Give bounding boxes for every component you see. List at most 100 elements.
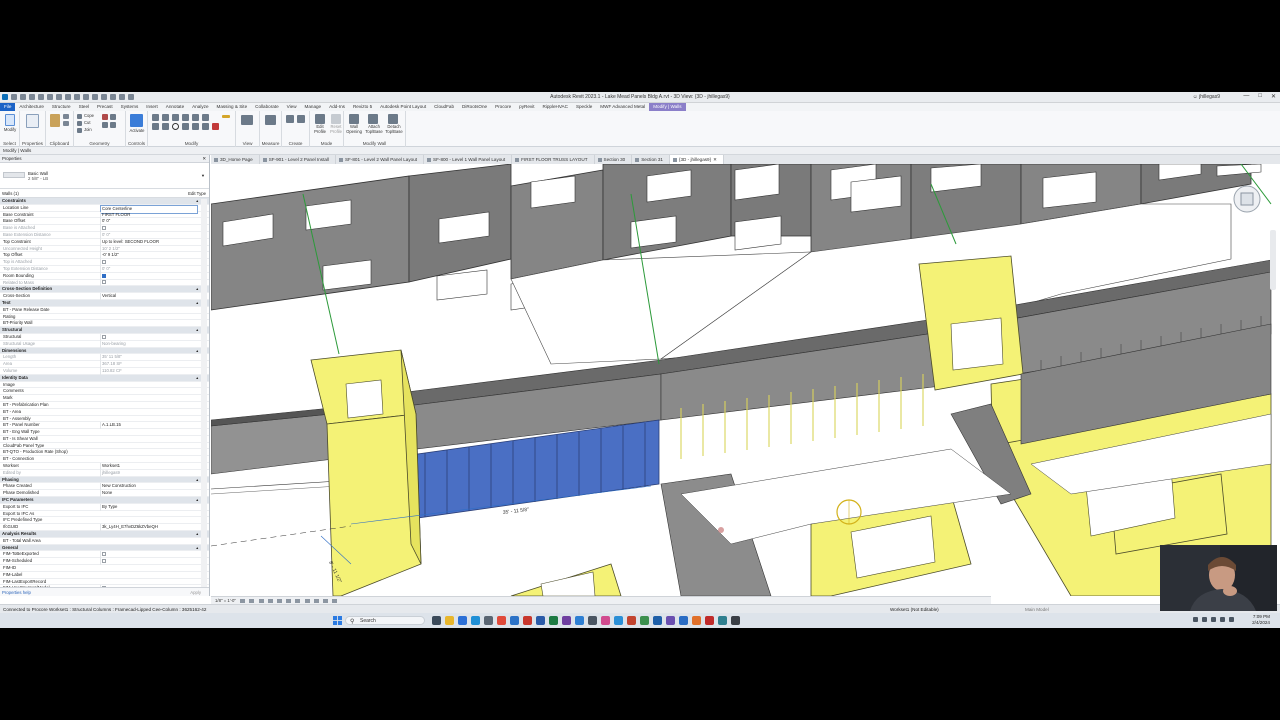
property-group[interactable]: Text ▲ — [0, 299, 209, 307]
task-view-icon[interactable] — [432, 616, 441, 625]
property-row[interactable]: Cross-Section Vertical — [0, 293, 209, 300]
create-assembly-icon[interactable] — [286, 115, 294, 123]
model-canvas[interactable]: 35' - 11 5/8" 8' - 11 1/2" — [211, 164, 1280, 596]
mirror-draw-icon[interactable] — [182, 114, 189, 121]
delete-icon[interactable] — [212, 123, 219, 130]
view-tab[interactable]: SF-801 - Level 2 Wall Panel Layout — [336, 155, 425, 164]
collapse-icon[interactable]: ▲ — [196, 348, 199, 355]
app-icon-24[interactable] — [731, 616, 740, 625]
property-checkbox[interactable] — [102, 552, 106, 557]
property-checkbox[interactable] — [102, 559, 106, 564]
attach-icon[interactable] — [368, 114, 378, 124]
app-icon-17[interactable] — [640, 616, 649, 625]
show-crop-icon[interactable] — [295, 598, 301, 603]
collapse-icon[interactable]: ▲ — [196, 300, 199, 307]
offset-icon[interactable] — [162, 114, 169, 121]
property-group[interactable]: Phasing ▲ — [0, 476, 209, 484]
user-account[interactable]: ☺ jhillegas9 — [1193, 94, 1220, 100]
property-value[interactable]: 3k_Ly4H_E7hvDZ6kZVbeQH — [100, 524, 198, 532]
app-icon-21[interactable] — [692, 616, 701, 625]
properties-help-link[interactable]: Properties help — [2, 590, 31, 595]
ribbon-tab[interactable]: Annotate — [162, 103, 188, 111]
apply-button[interactable]: Apply — [190, 588, 201, 597]
split-icon[interactable] — [192, 114, 199, 121]
activate-controls-icon[interactable] — [130, 114, 143, 127]
property-group[interactable]: Identity Data ▲ — [0, 374, 209, 382]
property-group[interactable]: Analysis Results ▲ — [0, 531, 209, 538]
property-row[interactable]: Comments — [0, 388, 209, 396]
ribbon-tab[interactable]: Modify | Walls — [649, 103, 686, 111]
view-tab[interactable]: 3D_Home Page — [211, 155, 260, 164]
create-parts-icon[interactable] — [297, 115, 305, 123]
ribbon-tab[interactable]: Collaborate — [251, 103, 283, 111]
collapse-icon[interactable]: ▲ — [196, 531, 199, 538]
property-row[interactable]: Image — [0, 382, 209, 389]
property-row[interactable]: Base Extension Distance 0' 0" — [0, 231, 209, 239]
ribbon-tab[interactable]: Manage — [301, 103, 326, 111]
collapse-icon[interactable]: ▲ — [196, 327, 199, 334]
array-icon[interactable] — [192, 123, 199, 130]
ribbon-tab[interactable]: MWF Advanced Metal — [596, 103, 649, 111]
properties-icon[interactable] — [26, 114, 39, 128]
reveal-hidden-icon[interactable] — [322, 598, 328, 603]
detach-label[interactable]: Detach Top/Base — [384, 124, 404, 134]
navigation-bar[interactable] — [1270, 230, 1276, 290]
move-icon[interactable] — [152, 123, 159, 130]
hide-in-view-icon[interactable] — [241, 115, 253, 125]
property-row[interactable]: Phase Created New Construction — [0, 483, 209, 491]
property-row[interactable]: Base is Attached — [0, 225, 209, 232]
lock-view-icon[interactable] — [304, 598, 310, 603]
wall-opening-label[interactable]: Wall Opening — [344, 124, 364, 134]
close-button[interactable]: ✕ — [1271, 93, 1276, 100]
ribbon-tab[interactable]: File — [0, 103, 16, 111]
property-row[interactable]: Top Extension Distance 0' 0" — [0, 265, 209, 273]
property-value[interactable]: A.1.LB.15 — [100, 422, 198, 430]
property-row[interactable]: Structural — [0, 333, 209, 341]
rotate-icon[interactable] — [172, 123, 179, 130]
teams-icon[interactable] — [458, 616, 467, 625]
modify-cursor-icon[interactable] — [5, 114, 15, 126]
ribbon-tab[interactable]: Steel — [75, 103, 93, 111]
property-row[interactable]: Area 367.18 SF — [0, 361, 209, 368]
visual-studio-icon[interactable] — [666, 616, 675, 625]
crop-view-icon[interactable] — [286, 598, 292, 603]
mirror-axis-icon[interactable] — [172, 114, 179, 121]
ribbon-tab[interactable]: Add-Ins — [325, 103, 349, 111]
property-value[interactable] — [100, 558, 198, 566]
property-row[interactable]: BT - Eng Wall Type — [0, 429, 209, 436]
property-row[interactable]: Base Offset 0' 0" — [0, 218, 209, 226]
settings-icon[interactable] — [484, 616, 493, 625]
property-row[interactable]: BT - Pane Release Date — [0, 307, 209, 314]
property-row[interactable]: Room Bounding — [0, 272, 209, 280]
chevron-down-icon[interactable]: ▼ — [201, 173, 205, 178]
view-tab[interactable]: Section 31 — [632, 155, 670, 164]
edit-profile-icon[interactable] — [315, 114, 325, 124]
property-row[interactable]: Volume 110.82 CF — [0, 367, 209, 375]
revit-taskbar-icon[interactable] — [575, 616, 584, 625]
property-group[interactable]: Constraints ▲ — [0, 198, 209, 205]
property-row[interactable]: BT - Panel Number A.1.LB.15 — [0, 422, 209, 430]
view-tab[interactable]: FIRST FLOOR TRUSS LAYOUT — [512, 155, 595, 164]
split-gap-icon[interactable] — [202, 114, 209, 121]
view-tab[interactable]: SF-901 - Level 2 Panel Install — [260, 155, 336, 164]
properties-scrollbar[interactable] — [201, 199, 207, 594]
property-row[interactable]: IFC Predefined Type — [0, 517, 209, 525]
align-icon[interactable] — [152, 114, 159, 121]
ribbon-tab[interactable]: View — [283, 103, 301, 111]
property-value[interactable]: FIRST FLOOR — [100, 211, 198, 219]
property-value[interactable]: Workset1 — [100, 463, 198, 470]
property-value[interactable]: By Type — [100, 503, 198, 511]
paint-icon[interactable] — [102, 122, 108, 128]
property-row[interactable]: BT - Connection — [0, 456, 209, 464]
property-row[interactable]: BT-QTO - Production Rate (Shop) — [0, 449, 209, 457]
property-row[interactable]: Base Constraint FIRST FLOOR — [0, 211, 209, 219]
view-tab[interactable]: {3D - jhillegas9} ✕ — [669, 155, 724, 164]
minimize-button[interactable]: — — [1243, 93, 1249, 100]
chrome-icon[interactable] — [497, 616, 506, 625]
app-icon-23[interactable] — [718, 616, 727, 625]
wifi-icon[interactable] — [1211, 617, 1216, 622]
app-icon-14[interactable] — [601, 616, 610, 625]
close-tab-icon[interactable]: ✕ — [713, 155, 717, 164]
property-row[interactable]: Structural Usage Non-bearing — [0, 340, 209, 348]
modify-button-label[interactable]: Modify — [0, 127, 20, 133]
